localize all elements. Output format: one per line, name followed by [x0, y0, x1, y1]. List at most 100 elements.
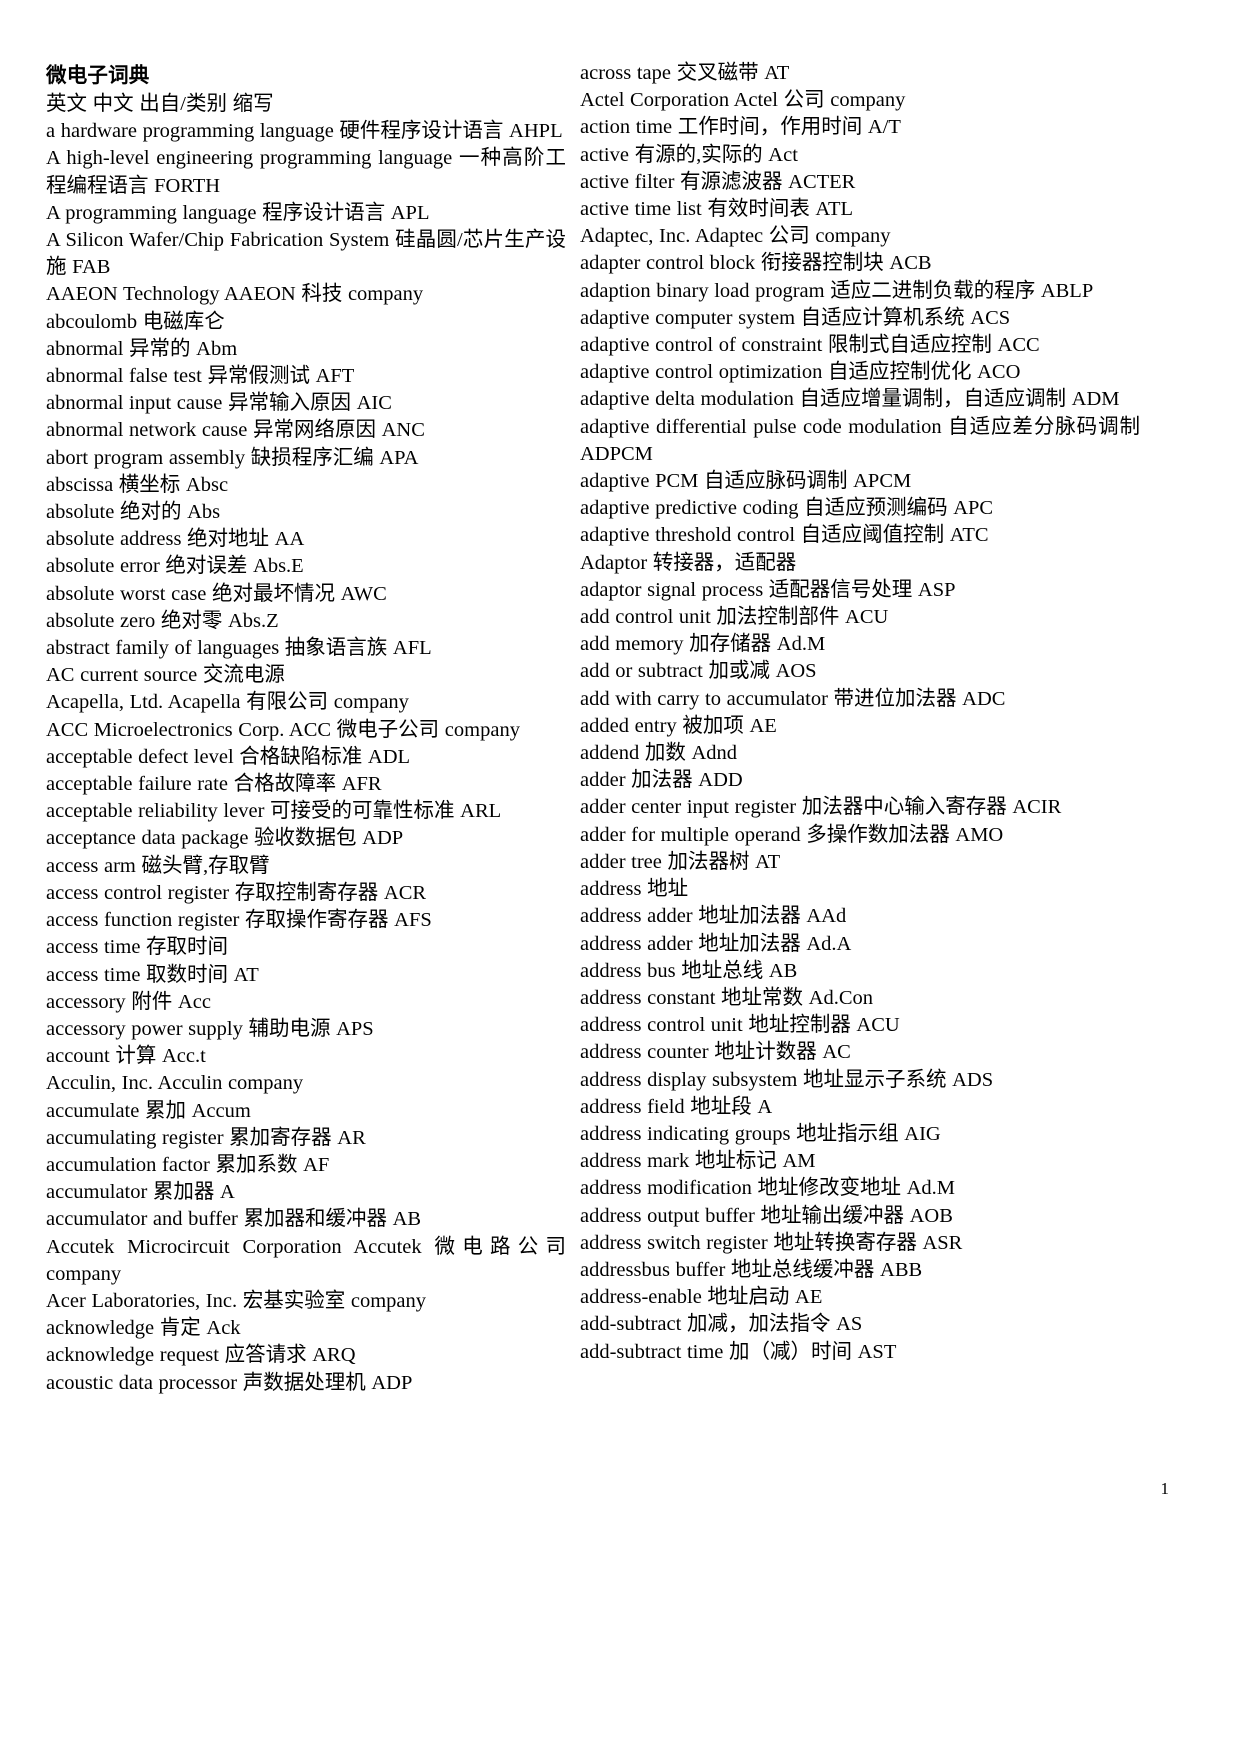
dictionary-entry: abort program assembly 缺损程序汇编 APA	[46, 446, 419, 469]
dictionary-entry: adaptive PCM 自适应脉码调制 APCM	[580, 470, 912, 493]
dictionary-entry: account 计算 Acc.t	[46, 1045, 206, 1068]
dictionary-entry: absolute 绝对的 Abs	[46, 501, 221, 524]
dictionary-entry: added entry 被加项 AE	[580, 714, 777, 737]
dictionary-entry: A Silicon Wafer/Chip Fabrication System …	[46, 229, 566, 279]
dictionary-entry: address switch register 地址转换寄存器 ASR	[580, 1231, 963, 1254]
dictionary-entry: adder 加法器 ADD	[580, 769, 743, 792]
left-column: 微电子词典 英文 中文 出自/类别 缩写 a hardware programm…	[46, 60, 566, 1397]
dictionary-entry: access time 存取时间	[46, 936, 229, 959]
dictionary-entry: adaptive delta modulation 自适应增量调制，自适应调制 …	[580, 388, 1120, 411]
dictionary-entry: active filter 有源滤波器 ACTER	[580, 170, 856, 193]
dictionary-entry: addressbus buffer 地址总线缓冲器 ABB	[580, 1258, 923, 1281]
dictionary-entry: add-subtract 加减，加法指令 AS	[580, 1313, 863, 1336]
dictionary-entry: access function register 存取操作寄存器 AFS	[46, 909, 432, 932]
dictionary-entry: Adaptec, Inc. Adaptec 公司 company	[580, 225, 891, 248]
dictionary-entry: adaption binary load program 适应二进制负载的程序 …	[580, 279, 1094, 302]
dictionary-entry: Actel Corporation Actel 公司 company	[580, 89, 906, 112]
dictionary-entry: A high-level engineering programming lan…	[46, 147, 566, 197]
dictionary-entry: Acapella, Ltd. Acapella 有限公司 company	[46, 691, 409, 714]
dictionary-entry: add control unit 加法控制部件 ACU	[580, 606, 889, 629]
dictionary-entry: Acculin, Inc. Acculin company	[46, 1072, 304, 1095]
dictionary-entry: Acer Laboratories, Inc. 宏基实验室 company	[46, 1289, 426, 1312]
dictionary-entry: address bus 地址总线 AB	[580, 959, 798, 982]
dictionary-entry: address counter 地址计数器 AC	[580, 1041, 851, 1064]
column-header: 英文 中文 出自/类别 缩写	[46, 93, 274, 115]
dictionary-entry: abnormal input cause 异常输入原因 AIC	[46, 392, 392, 415]
dictionary-entry: accumulation factor 累加系数 AF	[46, 1153, 330, 1176]
right-entry-list: across tape 交叉磁带 AT Actel Corporation Ac…	[580, 60, 1140, 1366]
dictionary-page: 微电子词典 英文 中文 出自/类别 缩写 a hardware programm…	[0, 0, 1241, 1755]
dictionary-entry: acceptable reliability lever 可接受的可靠性标准 A…	[46, 800, 502, 823]
dictionary-entry: adaptive control optimization 自适应控制优化 AC…	[580, 361, 1021, 384]
dictionary-entry: adaptive predictive coding 自适应预测编码 APC	[580, 497, 994, 520]
dictionary-entry: accumulating register 累加寄存器 AR	[46, 1126, 366, 1149]
dictionary-entry: acceptable failure rate 合格故障率 AFR	[46, 773, 382, 796]
dictionary-entry: adder for multiple operand 多操作数加法器 AMO	[580, 823, 1004, 846]
dictionary-entry: address output buffer 地址输出缓冲器 AOB	[580, 1204, 953, 1227]
dictionary-entry: adaptive threshold control 自适应阈值控制 ATC	[580, 524, 989, 547]
page-number: 1	[1160, 1479, 1170, 1498]
dictionary-entry: adaptive differential pulse code modulat…	[580, 415, 1140, 465]
dictionary-entry: absolute zero 绝对零 Abs.Z	[46, 609, 279, 632]
dictionary-entry: address adder 地址加法器 Ad.A	[580, 932, 852, 955]
dictionary-entry: abstract family of languages 抽象语言族 AFL	[46, 637, 432, 660]
dictionary-entry: accumulate 累加 Accum	[46, 1099, 251, 1122]
dictionary-entry: address-enable 地址启动 AE	[580, 1286, 823, 1309]
dictionary-entry: absolute error 绝对误差 Abs.E	[46, 555, 304, 578]
dictionary-entry: adaptive computer system 自适应计算机系统 ACS	[580, 306, 1011, 329]
dictionary-entry: acoustic data processor 声数据处理机 ADP	[46, 1371, 413, 1394]
dictionary-entry: AC current source 交流电源	[46, 664, 285, 687]
dictionary-entry: adder tree 加法器树 AT	[580, 850, 781, 873]
dictionary-entry: access arm 磁头臂,存取臂	[46, 854, 270, 877]
dictionary-entry: AAEON Technology AAEON 科技 company	[46, 283, 424, 306]
dictionary-entry: adaptor signal process 适配器信号处理 ASP	[580, 578, 956, 601]
dictionary-entry: absolute worst case 绝对最坏情况 AWC	[46, 582, 387, 605]
dictionary-entry: abnormal false test 异常假测试 AFT	[46, 365, 355, 388]
dictionary-entry: active 有源的,实际的 Act	[580, 143, 798, 166]
dictionary-entry: a hardware programming language 硬件程序设计语言…	[46, 120, 563, 143]
dictionary-entry: address display subsystem 地址显示子系统 ADS	[580, 1068, 994, 1091]
dictionary-entry: abscissa 横坐标 Absc	[46, 473, 229, 496]
dictionary-entry: ACC Microelectronics Corp. ACC 微电子公司 com…	[46, 718, 520, 741]
dictionary-entry: add-subtract time 加（减）时间 AST	[580, 1340, 897, 1363]
dictionary-entry: accumulator 累加器 A	[46, 1181, 235, 1204]
dictionary-entry: adder center input register 加法器中心输入寄存器 A…	[580, 796, 1062, 819]
dictionary-entry: address constant 地址常数 Ad.Con	[580, 986, 874, 1009]
dictionary-entry: accessory 附件 Acc	[46, 990, 211, 1013]
dictionary-entry: A programming language 程序设计语言 APL	[46, 201, 430, 224]
dictionary-entry: Accutek Microcircuit Corporation Accutek…	[46, 1235, 566, 1285]
page-title: 微电子词典	[46, 64, 150, 87]
dictionary-entry: address mark 地址标记 AM	[580, 1150, 816, 1173]
dictionary-entry: addend 加数 Adnd	[580, 742, 738, 765]
dictionary-entry: active time list 有效时间表 ATL	[580, 198, 854, 221]
dictionary-entry: absolute address 绝对地址 AA	[46, 528, 305, 551]
dictionary-entry: address modification 地址修改变地址 Ad.M	[580, 1177, 956, 1200]
dictionary-entry: add memory 加存储器 Ad.M	[580, 633, 826, 656]
dictionary-entry: access time 取数时间 AT	[46, 963, 259, 986]
dictionary-entry: address adder 地址加法器 AAd	[580, 905, 847, 928]
dictionary-entry: address 地址	[580, 878, 689, 901]
dictionary-entry: across tape 交叉磁带 AT	[580, 62, 790, 84]
dictionary-entry: address control unit 地址控制器 ACU	[580, 1014, 900, 1037]
dictionary-entry: acceptance data package 验收数据包 ADP	[46, 827, 404, 850]
dictionary-entry: abcoulomb 电磁库仑	[46, 310, 225, 333]
dictionary-entry: adaptive control of constraint 限制式自适应控制 …	[580, 334, 1040, 357]
dictionary-entry: action time 工作时间，作用时间 A/T	[580, 116, 901, 139]
dictionary-entry: abnormal 异常的 Abm	[46, 337, 238, 360]
dictionary-entry: acceptable defect level 合格缺陷标准 ADL	[46, 745, 411, 768]
dictionary-entry: add or subtract 加或减 AOS	[580, 660, 817, 683]
right-column: across tape 交叉磁带 AT Actel Corporation Ac…	[580, 60, 1140, 1366]
dictionary-entry: accessory power supply 辅助电源 APS	[46, 1017, 374, 1040]
dictionary-entry: abnormal network cause 异常网络原因 ANC	[46, 419, 425, 442]
dictionary-entry: address field 地址段 A	[580, 1095, 773, 1118]
dictionary-entry: acknowledge 肯定 Ack	[46, 1317, 241, 1340]
dictionary-entry: add with carry to accumulator 带进位加法器 ADC	[580, 687, 1006, 710]
dictionary-entry: Adaptor 转接器，适配器	[580, 551, 797, 574]
dictionary-entry: adapter control block 衔接器控制块 ACB	[580, 252, 932, 275]
dictionary-entry: acknowledge request 应答请求 ARQ	[46, 1344, 356, 1367]
dictionary-entry: address indicating groups 地址指示组 AIG	[580, 1122, 941, 1145]
two-column-layout: 微电子词典 英文 中文 出自/类别 缩写 a hardware programm…	[46, 60, 1159, 1397]
left-entry-list: a hardware programming language 硬件程序设计语言…	[46, 118, 566, 1397]
dictionary-entry: accumulator and buffer 累加器和缓冲器 AB	[46, 1208, 422, 1231]
dictionary-entry: access control register 存取控制寄存器 ACR	[46, 881, 427, 904]
